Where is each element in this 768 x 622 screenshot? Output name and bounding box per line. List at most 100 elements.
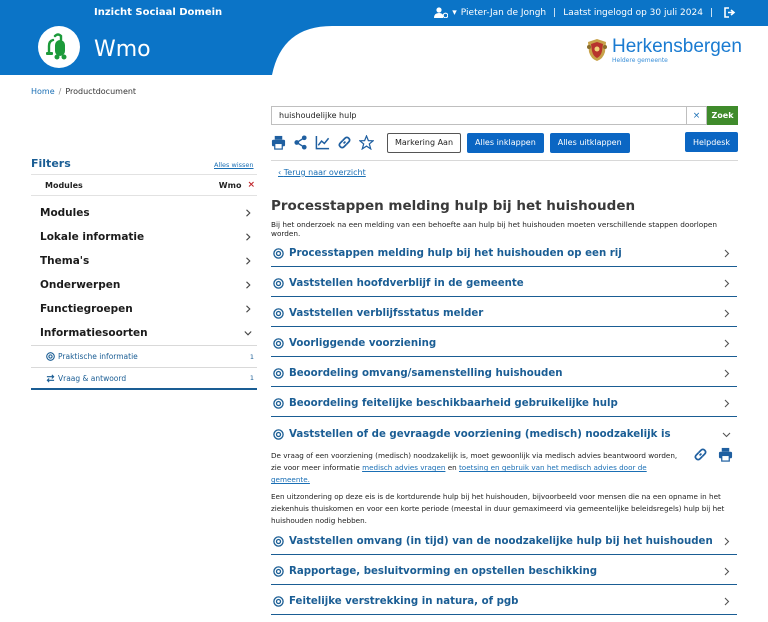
accordion-section-body: De vraag of een voorziening (medisch) no… [271, 450, 737, 532]
accordion-title: Vaststellen verblijfsstatus melder [289, 308, 484, 319]
accordion-title: Rapportage, besluitvorming en opstellen … [289, 566, 598, 577]
filter-option-praktische-informatie[interactable]: Praktische informatie 1 [31, 346, 257, 368]
accordion-section[interactable]: Vaststellen omvang (in tijd) van de nood… [271, 529, 737, 555]
swap-arrows-icon [46, 374, 55, 382]
collapse-all-button[interactable]: Alles inklappen [467, 132, 544, 153]
target-icon [46, 352, 55, 361]
gemeente-logo[interactable]: Herkensbergen Heldere gemeente [586, 37, 742, 64]
sidebar-item-modules[interactable]: Modules [31, 201, 257, 225]
back-link-label: Terug naar overzicht [283, 168, 366, 177]
search-clear-button[interactable]: × [686, 106, 707, 125]
chevron-right-icon [724, 567, 730, 576]
user-dropdown-caret-icon[interactable]: ▾ [452, 8, 457, 18]
accordion-section-open[interactable]: Vaststellen of de gevraagde voorziening … [271, 421, 737, 447]
target-icon [273, 566, 284, 577]
statistics-icon[interactable] [315, 135, 330, 150]
toolbar: Markering Aan Alles inklappen Alles uitk… [271, 132, 738, 153]
remove-filter-icon[interactable]: × [247, 180, 255, 190]
clear-filters-link[interactable]: Alles wissen [214, 161, 254, 169]
logout-icon[interactable] [724, 7, 736, 18]
accordion-title: Beoordeling omvang/samenstelling huishou… [289, 368, 563, 379]
app-logo[interactable] [38, 26, 80, 68]
org-title: Inzicht Sociaal Domein [94, 7, 223, 18]
chevron-right-icon [724, 399, 730, 408]
user-name[interactable]: Pieter-Jan de Jongh [461, 8, 546, 18]
user-settings-icon[interactable] [434, 7, 449, 18]
print-icon[interactable] [271, 135, 286, 150]
filter-option-label: Vraag & antwoord [58, 373, 127, 383]
accordion-section[interactable]: Rapportage, besluitvorming en opstellen … [271, 559, 737, 585]
chevron-right-icon [246, 281, 251, 289]
target-icon [273, 398, 284, 409]
active-filter-value: Wmo [218, 180, 242, 190]
section-paragraph: De vraag of een voorziening (medisch) no… [271, 450, 683, 486]
last-login: Laatst ingelogd op 30 juli 2024 [563, 7, 703, 18]
star-icon[interactable] [358, 134, 375, 151]
accordion-title: Voorliggende voorziening [289, 338, 437, 349]
accordion-section[interactable]: Voorliggende voorziening [271, 331, 737, 357]
breadcrumb-home[interactable]: Home [31, 87, 55, 96]
chevron-right-icon [246, 209, 251, 217]
accordion-title: Processtappen melding hulp bij het huish… [289, 248, 622, 259]
accordion-title: Feitelijke verstrekking in natura, of pg… [289, 596, 519, 607]
accordion-section[interactable]: Beoordeling feitelijke beschikbaarheid g… [271, 391, 737, 417]
filter-option-label: Praktische informatie [58, 352, 138, 361]
vacuum-cleaner-icon [46, 33, 67, 60]
search-bar: huishoudelijke hulp × Zoek [271, 106, 738, 125]
filter-option-vraag-antwoord[interactable]: Vraag & antwoord 1 [31, 368, 257, 390]
accordion-section[interactable]: Vaststellen hoofdverblijf in de gemeente [271, 271, 737, 297]
share-icon[interactable] [293, 135, 308, 150]
coat-of-arms-icon [587, 39, 607, 61]
target-icon [273, 338, 284, 349]
sidebar-item-lokale-informatie[interactable]: Lokale informatie [31, 225, 257, 249]
page-intro: Bij het onderzoek na een melding van een… [271, 220, 718, 238]
sidebar-item-label: Lokale informatie [40, 231, 145, 243]
accordion-title: Beoordeling feitelijke beschikbaarheid g… [289, 398, 618, 409]
filter-categories: Modules Lokale informatie Thema's Onderw… [31, 201, 257, 390]
chevron-right-icon [246, 233, 251, 241]
gemeente-tagline: Heldere gemeente [612, 57, 668, 64]
sidebar-item-themas[interactable]: Thema's [31, 249, 257, 273]
target-icon [273, 368, 284, 379]
medisch-advies-link[interactable]: medisch advies vragen [362, 463, 445, 472]
active-filter-label: Modules [45, 180, 83, 190]
sidebar-item-label: Modules [40, 207, 90, 219]
filter-option-count: 1 [249, 374, 254, 382]
accordion-section[interactable]: Vaststellen verblijfsstatus melder [271, 301, 737, 327]
accordion-title: Vaststellen hoofdverblijf in de gemeente [289, 278, 524, 289]
accordion-section[interactable]: Feitelijke verstrekking in natura, of pg… [271, 589, 737, 615]
sidebar-item-onderwerpen[interactable]: Onderwerpen [31, 273, 257, 297]
expand-all-button[interactable]: Alles uitklappen [549, 132, 630, 153]
target-icon [273, 248, 284, 259]
chevron-right-icon [724, 537, 730, 546]
user-bar-separator: | [709, 7, 713, 18]
sidebar-item-label: Informatiesoorten [40, 327, 148, 339]
paragraph-text: en [445, 463, 459, 472]
search-button[interactable]: Zoek [707, 106, 738, 125]
breadcrumb: Home / Productdocument [31, 87, 136, 96]
informatiesoorten-options: Praktische informatie 1 Vraag & antwoord… [31, 345, 257, 390]
helpdesk-button[interactable]: Helpdesk [684, 132, 738, 152]
chevron-right-icon [246, 257, 251, 265]
target-icon [273, 428, 284, 440]
user-bar: ▾ Pieter-Jan de Jongh | Laatst ingelogd … [434, 7, 736, 18]
chevron-right-icon [724, 249, 730, 258]
filters-title: Filters [31, 157, 71, 170]
accordion-title: Vaststellen omvang (in tijd) van de nood… [289, 536, 713, 547]
header-curve [262, 0, 332, 75]
back-to-overview-link[interactable]: ‹ Terug naar overzicht [278, 168, 366, 177]
breadcrumb-current: Productdocument [65, 87, 137, 96]
active-filter: Modules Wmo × [31, 174, 257, 196]
chevron-right-icon [724, 279, 730, 288]
sidebar-item-functiegroepen[interactable]: Functiegroepen [31, 297, 257, 321]
accordion-section[interactable]: Beoordeling omvang/samenstelling huishou… [271, 361, 737, 387]
sidebar-item-informatiesoorten[interactable]: Informatiesoorten [31, 321, 257, 345]
accordion-section[interactable]: Processtappen melding hulp bij het huish… [271, 241, 737, 267]
link-icon[interactable] [337, 135, 352, 150]
sidebar-item-label: Onderwerpen [40, 279, 121, 291]
filter-option-count: 1 [249, 352, 254, 361]
markering-button[interactable]: Markering Aan [387, 132, 462, 153]
page-title: Processtappen melding hulp bij het huish… [271, 198, 636, 214]
search-input[interactable]: huishoudelijke hulp [271, 106, 686, 125]
chevron-right-icon [724, 339, 730, 348]
